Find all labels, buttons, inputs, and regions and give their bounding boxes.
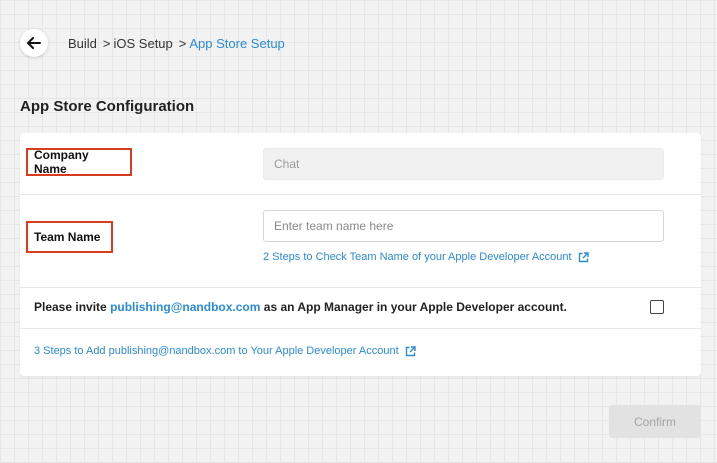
invite-email[interactable]: publishing@nandbox.com (110, 300, 260, 314)
breadcrumb-app-store-setup: App Store Setup (189, 35, 285, 51)
confirm-button[interactable]: Confirm (609, 405, 701, 438)
team-name-input[interactable] (263, 210, 664, 242)
invite-prefix: Please invite (34, 300, 107, 314)
external-link-icon (405, 345, 416, 356)
top-bar: Build > iOS Setup > App Store Setup (20, 29, 285, 57)
steps-help-link[interactable]: 3 Steps to Add publishing@nandbox.com to… (34, 345, 416, 357)
team-name-row: Team Name 2 Steps to Check Team Name of … (20, 194, 701, 288)
section-title: App Store Configuration (20, 98, 195, 115)
steps-row: 3 Steps to Add publishing@nandbox.com to… (20, 328, 701, 376)
breadcrumb: Build > iOS Setup > App Store Setup (68, 36, 285, 51)
invite-suffix: as an App Manager in your Apple Develope… (263, 300, 567, 314)
company-name-label: Company Name (26, 148, 132, 176)
team-name-help-text: 2 Steps to Check Team Name of your Apple… (263, 251, 572, 263)
arrow-left-icon (27, 37, 41, 49)
breadcrumb-separator: > (178, 35, 187, 51)
breadcrumb-build[interactable]: Build (68, 36, 97, 51)
steps-help-text: 3 Steps to Add publishing@nandbox.com to… (34, 345, 399, 357)
invite-checkbox[interactable] (650, 300, 664, 314)
invite-row: Please invite publishing@nandbox.com as … (20, 287, 701, 329)
team-name-label: Team Name (26, 221, 113, 253)
breadcrumb-separator: > (102, 35, 111, 51)
back-button[interactable] (20, 29, 48, 57)
invite-text: Please invite publishing@nandbox.com as … (34, 300, 567, 314)
external-link-icon (578, 251, 589, 262)
team-name-help-link[interactable]: 2 Steps to Check Team Name of your Apple… (263, 251, 589, 263)
breadcrumb-ios-setup[interactable]: iOS Setup (114, 36, 173, 51)
company-name-field: Chat (263, 148, 664, 180)
company-name-row: Company Name Chat (20, 133, 701, 195)
app-store-config-card: Company Name Chat Team Name 2 Steps to C… (20, 133, 701, 376)
